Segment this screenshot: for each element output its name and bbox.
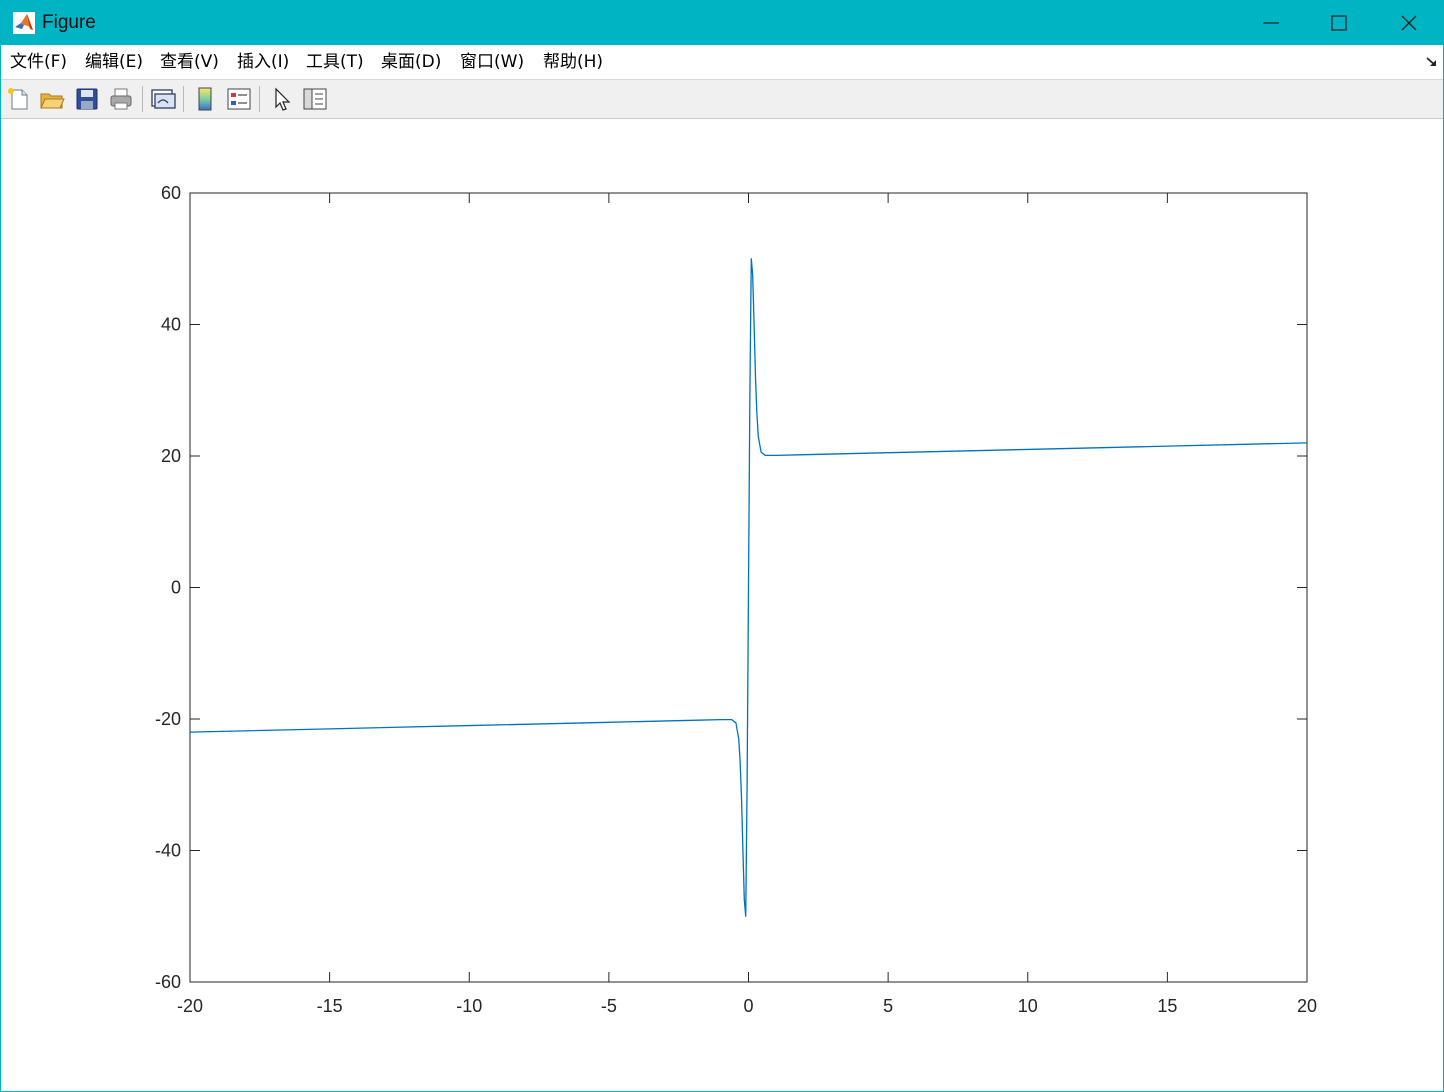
y-tick-label: 20 [161, 446, 181, 466]
x-tick-label: 10 [1018, 996, 1038, 1016]
plot-axes[interactable]: -20 -15 -10 -5 0 5 10 15 20 -60 -40 -20 0 20 40 60 [2, 119, 1443, 1091]
toolbar-separator [259, 86, 260, 112]
menu-tools[interactable]: 工具(T) [306, 51, 364, 73]
x-tick-label: -10 [456, 996, 482, 1016]
menu-view[interactable]: 查看(V) [160, 51, 219, 73]
toolbar-separator [142, 86, 143, 112]
figure-canvas[interactable]: -20 -15 -10 -5 0 5 10 15 20 -60 -40 -20 0 20 40 60 [2, 119, 1443, 1091]
minimize-icon [1263, 22, 1279, 24]
x-tick-label: -20 [177, 996, 203, 1016]
save-icon[interactable] [73, 85, 101, 113]
menu-help[interactable]: 帮助(H) [543, 51, 603, 73]
minimize-button[interactable] [1237, 1, 1305, 45]
open-file-icon[interactable] [38, 85, 66, 113]
x-tick-label: 0 [743, 996, 753, 1016]
x-tick-label: 15 [1157, 996, 1177, 1016]
menu-desktop[interactable]: 桌面(D) [381, 51, 441, 73]
close-icon [1401, 15, 1417, 31]
dock-arrow-icon[interactable] [1425, 55, 1439, 69]
colorbar-icon[interactable] [191, 85, 219, 113]
figure-window: Figure 文件(F) 编辑(E) 查看(V) 插入(I) 工具(T) 桌面(… [0, 0, 1444, 1092]
x-tick-label: -5 [601, 996, 617, 1016]
close-button[interactable] [1375, 1, 1443, 45]
legend-icon[interactable] [225, 85, 253, 113]
print-icon[interactable] [107, 85, 135, 113]
menu-bar: 文件(F) 编辑(E) 查看(V) 插入(I) 工具(T) 桌面(D) 窗口(W… [1, 45, 1443, 80]
edit-plot-pointer-icon[interactable] [268, 85, 296, 113]
window-title: Figure [42, 12, 96, 33]
y-tick-label: 60 [161, 183, 181, 203]
matlab-logo-icon [13, 12, 35, 34]
y-tick-label: 0 [171, 578, 181, 598]
maximize-icon [1331, 15, 1347, 31]
x-tick-label: 5 [883, 996, 893, 1016]
title-bar[interactable]: Figure [1, 1, 1443, 45]
y-tick-label: -40 [155, 841, 181, 861]
menu-edit[interactable]: 编辑(E) [85, 51, 143, 73]
y-tick-label: -60 [155, 972, 181, 992]
menu-file[interactable]: 文件(F) [10, 51, 67, 73]
menu-insert[interactable]: 插入(I) [237, 51, 289, 73]
y-tick-label: -20 [155, 709, 181, 729]
new-figure-icon[interactable] [5, 85, 33, 113]
link-plot-icon[interactable] [149, 85, 177, 113]
x-tick-label: 20 [1297, 996, 1317, 1016]
toolbar [1, 80, 1443, 119]
toolbar-separator [183, 86, 184, 112]
property-inspector-icon[interactable] [301, 85, 329, 113]
y-tick-label: 40 [161, 315, 181, 335]
x-tick-label: -15 [317, 996, 343, 1016]
maximize-button[interactable] [1305, 1, 1373, 45]
menu-window[interactable]: 窗口(W) [460, 51, 524, 73]
